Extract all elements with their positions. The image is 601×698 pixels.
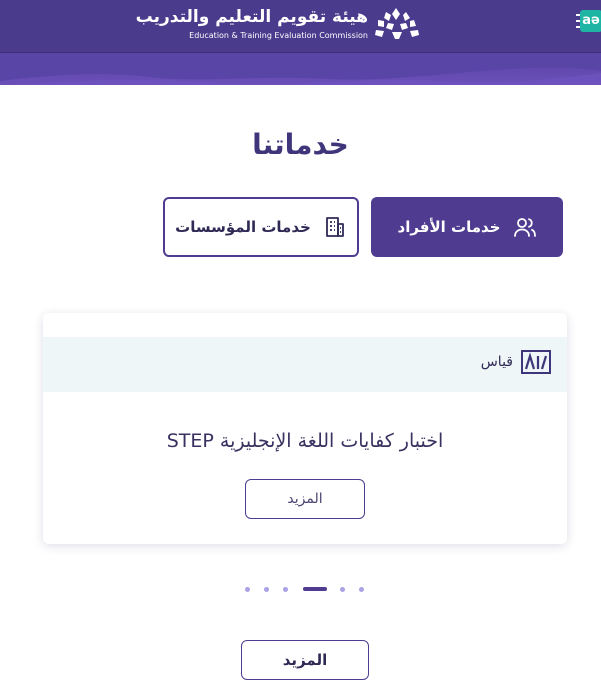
users-icon xyxy=(513,218,536,237)
tab-individual-services[interactable]: خدمات الأفراد xyxy=(371,197,563,257)
card-title: اختبار كفايات اللغة الإنجليزية STEP xyxy=(166,430,444,452)
site-header: هيئة تقويم التعليم والتدريب Education & … xyxy=(0,0,601,85)
etec-logo-icon xyxy=(375,8,419,39)
carousel-dots xyxy=(0,586,601,594)
services-title: خدماتنا xyxy=(252,128,349,161)
accessibility-icon[interactable]: aə xyxy=(580,10,601,32)
tab-institution-services[interactable]: خدمات المؤسسات xyxy=(163,197,359,257)
carousel-dot[interactable] xyxy=(340,587,345,592)
site-logo[interactable]: هيئة تقويم التعليم والتدريب Education & … xyxy=(136,6,422,42)
carousel-dot[interactable] xyxy=(245,587,250,592)
service-card: قياس اختبار كفايات اللغة الإنجليزية STEP… xyxy=(43,313,567,544)
carousel-dot[interactable] xyxy=(264,587,269,592)
carousel-dot[interactable] xyxy=(359,587,364,592)
header-wave-decoration xyxy=(0,53,601,85)
tab-label: خدمات الأفراد xyxy=(397,218,501,236)
carousel-dot[interactable] xyxy=(283,587,288,592)
card-brand: قياس xyxy=(481,350,551,374)
card-header-band: قياس xyxy=(43,337,567,392)
logo-text-arabic: هيئة تقويم التعليم والتدريب xyxy=(135,7,369,27)
carousel-dot-active[interactable] xyxy=(303,587,327,591)
card-brand-name: قياس xyxy=(480,354,513,370)
building-icon xyxy=(325,217,344,237)
logo-text-english: Education & Training Evaluation Commissi… xyxy=(189,31,368,40)
card-more-button[interactable]: المزيد xyxy=(245,479,365,519)
qiyas-logo-icon xyxy=(521,350,551,374)
tab-label: خدمات المؤسسات xyxy=(175,218,311,236)
menu-button[interactable]: aə xyxy=(576,10,601,34)
more-button[interactable]: المزيد xyxy=(241,640,369,680)
